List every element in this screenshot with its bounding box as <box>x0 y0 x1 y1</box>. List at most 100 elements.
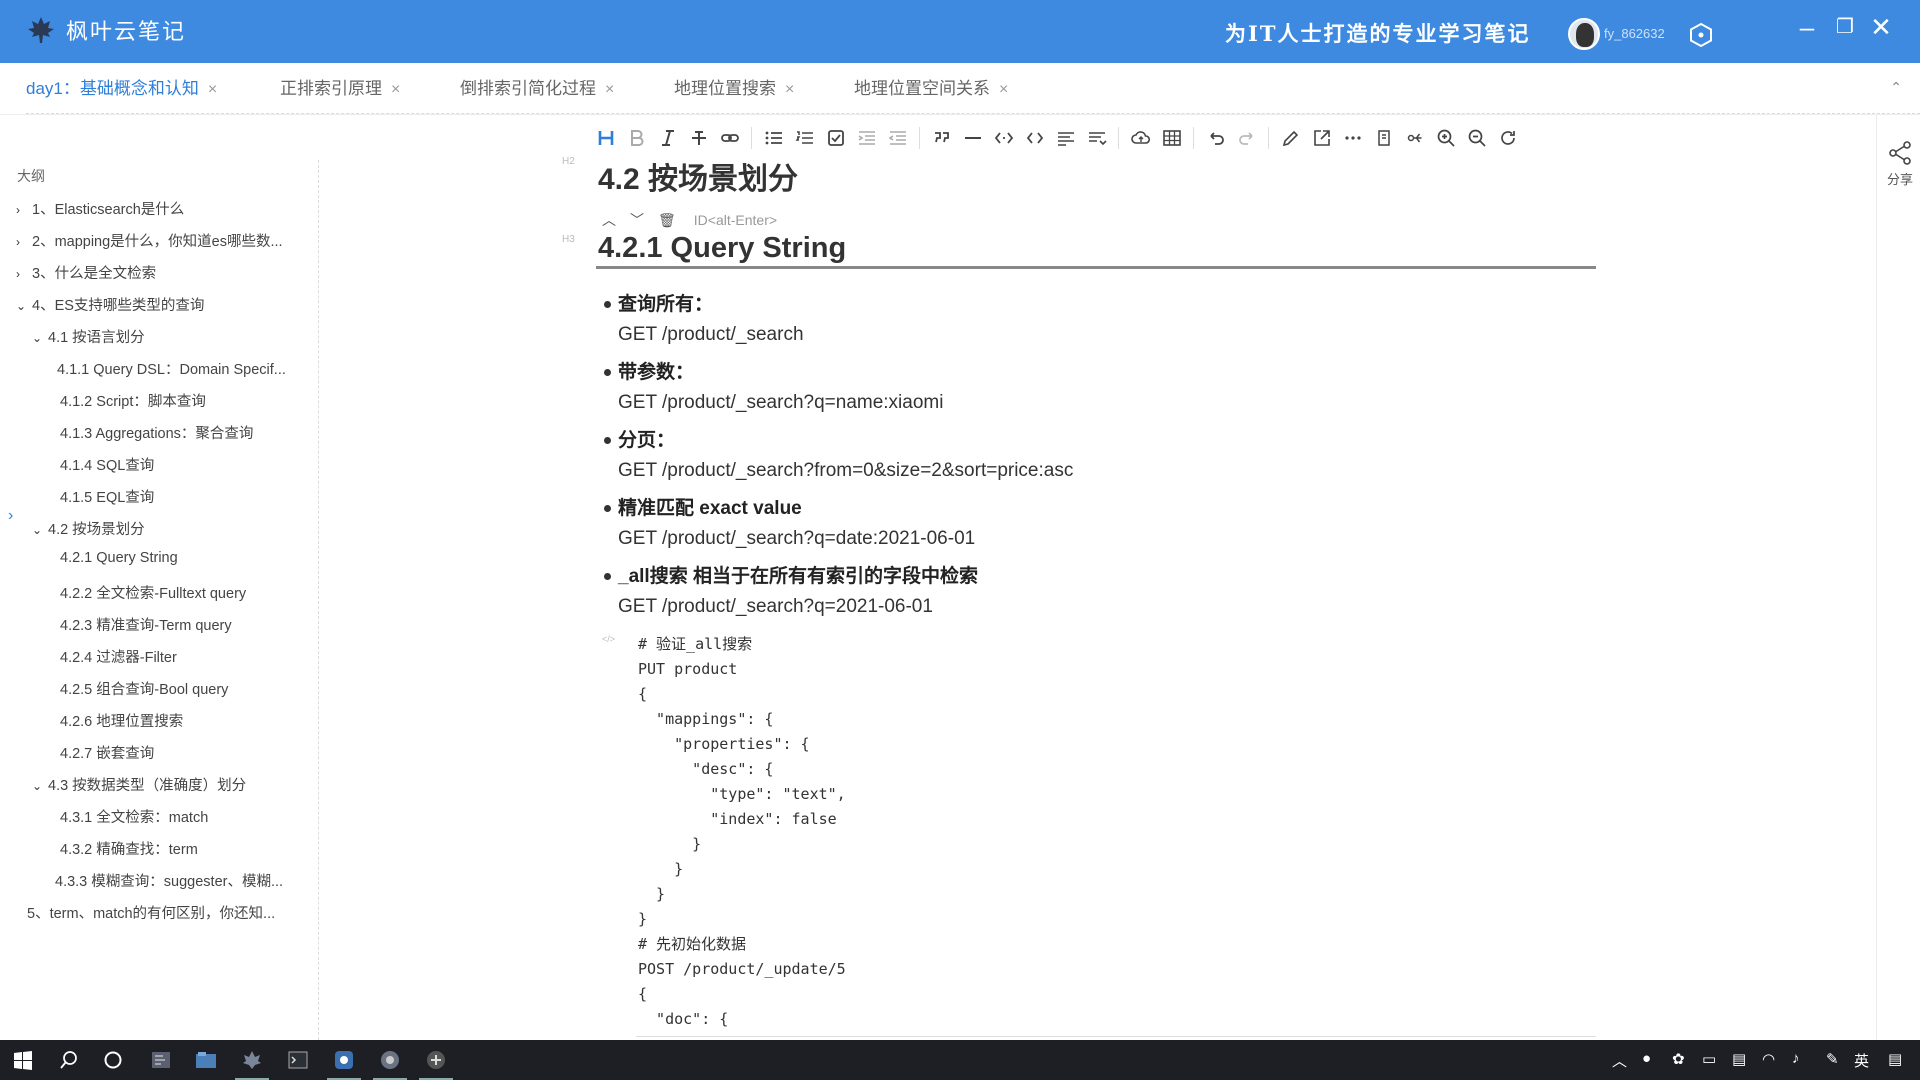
link-icon[interactable] <box>714 123 745 153</box>
export-icon[interactable] <box>1306 123 1337 153</box>
more-icon[interactable] <box>1337 123 1368 153</box>
tab-close-icon[interactable]: × <box>605 81 614 98</box>
battery-icon[interactable]: ▭ <box>1702 1050 1716 1068</box>
code-block[interactable]: # 验证_all搜索 PUT product { "mappings": { "… <box>638 632 1598 1032</box>
outline-item[interactable]: 4.2.7 嵌套查询 <box>60 742 154 763</box>
outline-item[interactable]: 4.2.6 地理位置搜索 <box>60 710 183 731</box>
outline-item[interactable]: ⌄ 4.2 按场景划分 <box>32 518 145 539</box>
quote-icon[interactable] <box>926 123 957 153</box>
move-up-icon[interactable]: ︿ <box>602 210 616 230</box>
expand-arrow-icon[interactable]: › <box>16 235 32 249</box>
table-icon[interactable] <box>1156 123 1187 153</box>
app-browser-icon[interactable] <box>321 1040 367 1080</box>
list-item[interactable]: 查询所有： GET /product/_search <box>604 290 1073 350</box>
bullet-list-icon[interactable] <box>758 123 789 153</box>
notification-icon[interactable]: ▤ <box>1888 1050 1902 1068</box>
tab-geo-search[interactable]: 地理位置搜索 × <box>648 63 794 115</box>
minimize-icon[interactable]: – <box>1792 12 1822 42</box>
zoom-in-icon[interactable] <box>1430 123 1461 153</box>
outdent-icon[interactable] <box>882 123 913 153</box>
outline-item[interactable]: ⌄ 4.3 按数据类型（准确度）划分 <box>32 774 246 795</box>
collapse-arrow-icon[interactable]: ⌄ <box>16 299 32 313</box>
app-terminal-icon[interactable] <box>138 1040 184 1080</box>
refresh-icon[interactable] <box>1492 123 1523 153</box>
app-explorer-icon[interactable] <box>183 1040 229 1080</box>
outline-item[interactable]: › 2、mapping是什么，你知道es哪些数... <box>16 230 283 251</box>
list-item[interactable]: 精准匹配 exact value GET /product/_search?q=d… <box>604 494 1073 554</box>
outline-item[interactable]: 4.2.1 Query String <box>60 550 178 566</box>
ime-indicator[interactable]: 英 <box>1854 1050 1869 1071</box>
checkbox-icon[interactable] <box>820 123 851 153</box>
tab-close-icon[interactable]: × <box>391 81 400 98</box>
expand-arrow-icon[interactable]: › <box>16 267 32 281</box>
list-item[interactable]: 带参数： GET /product/_search?q=name:xiaomi <box>604 358 1073 418</box>
outline-item[interactable]: ⌄ 4、ES支持哪些类型的查询 <box>16 294 204 315</box>
outline-item[interactable]: 4.3.3 模糊查询：suggester、模糊... <box>55 870 283 891</box>
collapse-arrow-icon[interactable]: ⌄ <box>32 523 48 537</box>
cloud-icon[interactable] <box>1125 123 1156 153</box>
share-button[interactable]: 分享 <box>1880 140 1920 188</box>
outline-item[interactable]: 4.1.5 EQL查询 <box>60 486 154 507</box>
zoom-out-icon[interactable] <box>1461 123 1492 153</box>
outline-item[interactable]: › 3、什么是全文检索 <box>16 262 156 283</box>
tab-close-icon[interactable]: × <box>208 81 217 98</box>
heading-icon[interactable] <box>590 123 621 153</box>
ordered-list-icon[interactable] <box>789 123 820 153</box>
outline-item[interactable]: 4.2.5 组合查询-Bool query <box>60 678 228 699</box>
outline-item[interactable]: 4.2.4 过滤器-Filter <box>60 646 177 667</box>
preview-icon[interactable] <box>1368 123 1399 153</box>
app-console-icon[interactable] <box>275 1040 321 1080</box>
sidebar-toggle-icon[interactable]: › <box>8 507 13 525</box>
delete-icon[interactable]: 🗑 <box>658 212 676 229</box>
list-item[interactable]: 分页： GET /product/_search?from=0&size=2&so… <box>604 426 1073 486</box>
align-icon[interactable] <box>1050 123 1081 153</box>
bold-icon[interactable] <box>621 123 652 153</box>
search-icon[interactable] <box>46 1040 92 1080</box>
app-tool-icon[interactable] <box>413 1040 459 1080</box>
tab-overflow-icon[interactable]: ⌃ <box>1890 79 1902 96</box>
tab-close-icon[interactable]: × <box>785 81 794 98</box>
outline-item[interactable]: 4.2.3 精准查询-Term query <box>60 614 232 635</box>
outline-item[interactable]: ⌄ 4.1 按语言划分 <box>32 326 145 347</box>
expand-arrow-icon[interactable]: › <box>16 203 32 217</box>
mindmap-icon[interactable] <box>1399 123 1430 153</box>
outline-item[interactable]: 4.3.1 全文检索：match <box>60 806 208 827</box>
edit-icon[interactable] <box>1275 123 1306 153</box>
tab-close-icon[interactable]: × <box>999 81 1008 98</box>
outline-item[interactable]: 4.2.2 全文检索-Fulltext query <box>60 582 246 603</box>
outline-item[interactable]: 5、term、match的有何区别，你还知... <box>27 902 275 923</box>
network-icon[interactable]: ▤ <box>1732 1050 1746 1068</box>
username[interactable]: fy_862632 <box>1604 26 1665 41</box>
undo-icon[interactable] <box>1200 123 1231 153</box>
close-window-icon[interactable]: ✕ <box>1866 12 1896 42</box>
collapse-arrow-icon[interactable]: ⌄ <box>32 331 48 345</box>
app-tray-icon[interactable]: ✿ <box>1672 1050 1685 1068</box>
list-item[interactable]: _all搜索 相当于在所有有索引的字段中检索 GET /product/_sear… <box>604 562 1073 622</box>
pen-icon[interactable]: ✎ <box>1826 1050 1839 1068</box>
outline-item[interactable]: 4.1.3 Aggregations：聚合查询 <box>60 422 253 443</box>
move-down-icon[interactable]: ﹀ <box>630 210 644 230</box>
tab-geo-relation[interactable]: 地理位置空间关系 × <box>828 63 1008 115</box>
tab-day1[interactable]: day1：基础概念和认知 × <box>0 63 217 115</box>
outline-item[interactable]: 4.1.2 Script：脚本查询 <box>60 390 206 411</box>
tab-inverted-index[interactable]: 倒排索引简化过程 × <box>434 63 614 115</box>
outline-item[interactable]: › 1、Elasticsearch是什么 <box>16 198 184 219</box>
code-block-icon[interactable] <box>1019 123 1050 153</box>
outline-item[interactable]: 4.1.1 Query DSL：Domain Specif... <box>57 358 286 379</box>
avatar[interactable] <box>1568 18 1600 50</box>
heading-h2[interactable]: 4.2 按场景划分 <box>598 154 798 198</box>
tray-overflow-icon[interactable]: ︿ <box>1612 1050 1627 1071</box>
tab-forward-index[interactable]: 正排索引原理 × <box>254 63 400 115</box>
strikethrough-icon[interactable] <box>683 123 714 153</box>
collapse-arrow-icon[interactable]: ⌄ <box>32 779 48 793</box>
settings-hex-icon[interactable] <box>1688 22 1714 48</box>
wrap-icon[interactable] <box>1081 123 1112 153</box>
app-chrome-icon[interactable] <box>367 1040 413 1080</box>
heading-h3[interactable]: 4.2.1 Query String <box>598 232 846 265</box>
volume-icon[interactable]: ♪ <box>1792 1050 1800 1067</box>
maximize-icon[interactable]: ❐ <box>1830 12 1860 42</box>
outline-item[interactable]: 4.1.4 SQL查询 <box>60 454 154 475</box>
outline-item[interactable]: 4.3.2 精确查找：term <box>60 838 198 859</box>
indent-icon[interactable] <box>851 123 882 153</box>
wifi-icon[interactable]: ◠ <box>1762 1050 1775 1068</box>
